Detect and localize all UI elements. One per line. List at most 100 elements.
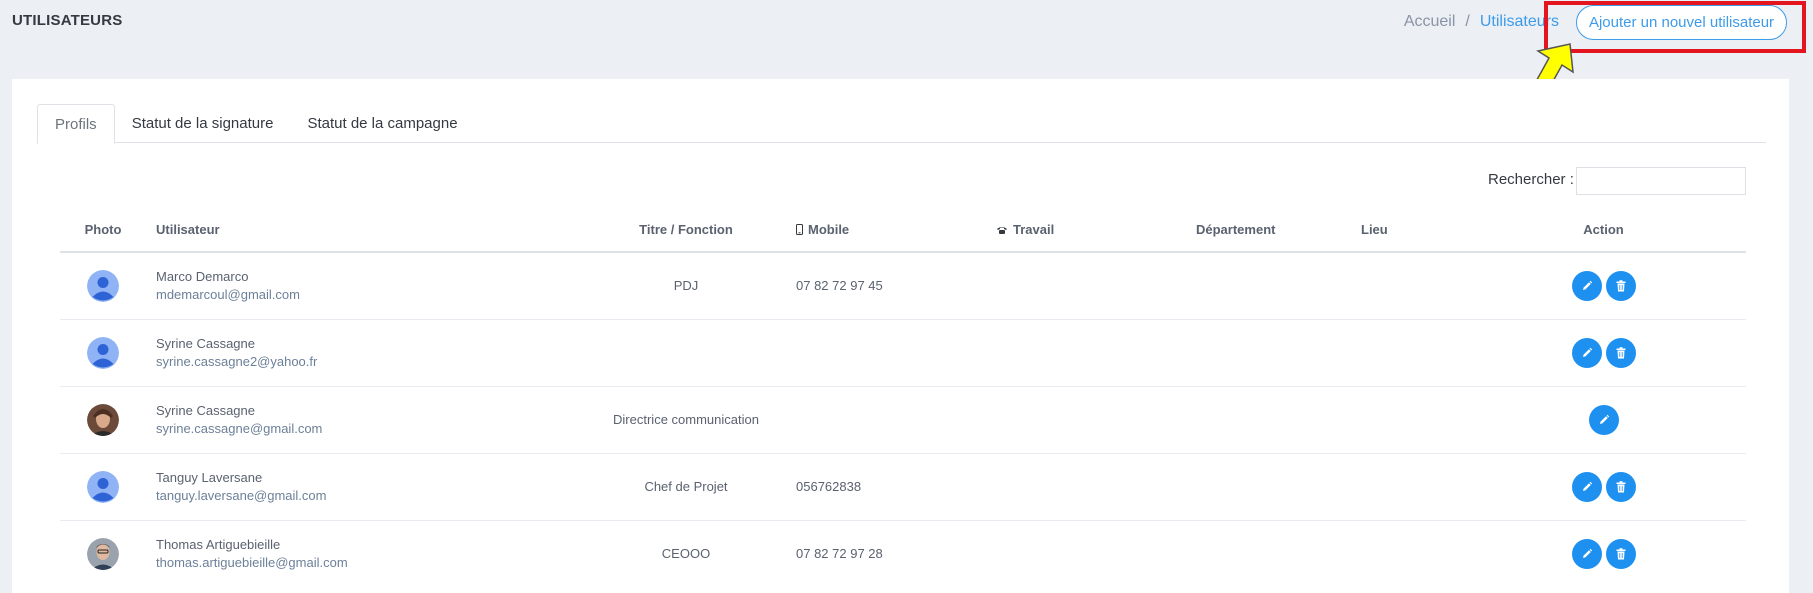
users-table: Photo Utilisateur Titre / Fonction Mobil… [60, 207, 1746, 587]
title-cell: Chef de Projet [586, 453, 786, 521]
pencil-icon [1582, 347, 1592, 357]
department-cell [1186, 252, 1351, 320]
work-cell [986, 252, 1186, 320]
pencil-icon [1599, 414, 1609, 424]
photo-cell [60, 319, 146, 387]
user-name: Syrine Cassagne [156, 335, 255, 351]
user-cell: Marco Demarco mdemarcoul@gmail.com [146, 252, 586, 320]
users-card: Profils Statut de la signature Statut de… [12, 79, 1789, 593]
user-name: Thomas Artiguebieille [156, 536, 281, 552]
edit-button[interactable] [1588, 404, 1619, 435]
search-input[interactable] [1576, 167, 1746, 195]
delete-button[interactable] [1605, 270, 1636, 301]
edit-button[interactable] [1571, 270, 1602, 301]
mobile-cell: 07 82 72 97 28 [796, 546, 883, 562]
pencil-icon [1582, 280, 1592, 290]
department-cell [1186, 319, 1351, 387]
photo-cell [60, 386, 146, 454]
user-email: syrine.cassagne@gmail.com [156, 420, 323, 436]
work-cell [986, 386, 1186, 454]
place-cell [1351, 319, 1461, 387]
row-actions [1461, 270, 1746, 301]
delete-button[interactable] [1605, 538, 1636, 569]
add-user-button[interactable]: Ajouter un nouvel utilisateur [1576, 5, 1787, 40]
trash-icon [1616, 346, 1625, 358]
table-row: Tanguy Laversane tanguy.laversane@gmail.… [60, 453, 1746, 521]
place-cell [1351, 520, 1461, 587]
tab-profils[interactable]: Profils [37, 104, 115, 144]
col-place[interactable]: Lieu [1351, 207, 1461, 253]
breadcrumb-home-link[interactable]: Accueil [1404, 13, 1456, 31]
mobile-phone-icon [796, 223, 803, 235]
col-user[interactable]: Utilisateur [146, 207, 586, 253]
row-actions [1461, 538, 1746, 569]
edit-button[interactable] [1571, 538, 1602, 569]
col-work[interactable]: Travail [986, 207, 1186, 253]
table-row: Syrine Cassagne syrine.cassagne@gmail.co… [60, 386, 1746, 454]
breadcrumb-separator: / [1465, 13, 1470, 30]
tab-signature-status[interactable]: Statut de la signature [115, 104, 291, 143]
default-avatar-icon [87, 336, 119, 369]
pencil-icon [1582, 481, 1592, 491]
action-cell [1461, 319, 1746, 387]
department-cell [1186, 386, 1351, 454]
tab-campaign-status[interactable]: Statut de la campagne [290, 104, 474, 143]
row-actions [1461, 404, 1746, 435]
page-title: UTILISATEURS [12, 12, 123, 29]
title-cell [586, 319, 786, 387]
tab-bar: Profils Statut de la signature Statut de… [37, 104, 1766, 144]
user-name: Marco Demarco [156, 268, 249, 284]
breadcrumb: Accueil / Utilisateurs [1404, 13, 1559, 31]
user-name: Tanguy Laversane [156, 469, 263, 485]
action-cell [1461, 386, 1746, 454]
user-email: tanguy.laversane@gmail.com [156, 487, 327, 503]
col-mobile-label: Mobile [808, 221, 850, 237]
mobile-cell: 07 82 72 97 45 [786, 252, 986, 320]
edit-button[interactable] [1571, 337, 1602, 368]
work-cell [986, 453, 1186, 521]
work-cell [986, 520, 1186, 587]
col-work-label: Travail [1013, 221, 1055, 237]
col-title[interactable]: Titre / Fonction [586, 207, 786, 253]
table-row: Thomas Artiguebieille thomas.artiguebiei… [60, 520, 1746, 587]
title-cell: Directrice communication [586, 386, 786, 454]
col-action[interactable]: Action [1461, 207, 1746, 253]
col-department[interactable]: Département [1186, 207, 1351, 253]
mobile-cell [786, 386, 986, 454]
edit-button[interactable] [1571, 471, 1602, 502]
user-email: mdemarcoul@gmail.com [156, 286, 300, 302]
mobile-cell: 056762838 [786, 453, 986, 521]
default-avatar-icon [87, 470, 119, 503]
avatar [87, 537, 119, 570]
trash-icon [1616, 279, 1625, 292]
col-photo[interactable]: Photo [60, 207, 146, 253]
pencil-icon [1582, 548, 1592, 558]
avatar [87, 403, 119, 436]
place-cell [1351, 453, 1461, 521]
title-cell: CEOOO [661, 546, 711, 562]
photo-cell [60, 520, 146, 587]
user-cell: Syrine Cassagne syrine.cassagne2@yahoo.f… [146, 319, 586, 387]
user-email: syrine.cassagne2@yahoo.fr [156, 353, 318, 369]
mobile-cell [786, 319, 986, 387]
col-mobile[interactable]: Mobile [786, 207, 986, 253]
photo-cell [60, 252, 146, 320]
user-cell: Thomas Artiguebieille thomas.artiguebiei… [146, 520, 586, 587]
user-email: thomas.artiguebieille@gmail.com [156, 554, 348, 570]
department-cell [1186, 453, 1351, 521]
department-cell [1186, 520, 1351, 587]
action-cell [1461, 520, 1746, 587]
action-cell [1461, 453, 1746, 521]
place-cell [1351, 252, 1461, 320]
trash-icon [1616, 547, 1625, 560]
delete-button[interactable] [1605, 471, 1636, 502]
action-cell [1461, 252, 1746, 320]
default-avatar-icon [87, 269, 119, 302]
delete-button[interactable] [1605, 337, 1636, 368]
user-cell: Tanguy Laversane tanguy.laversane@gmail.… [146, 453, 586, 521]
place-cell [1351, 386, 1461, 454]
row-actions [1461, 471, 1746, 502]
telephone-icon [997, 226, 1007, 234]
title-cell: PDJ [586, 252, 786, 320]
work-cell [986, 319, 1186, 387]
